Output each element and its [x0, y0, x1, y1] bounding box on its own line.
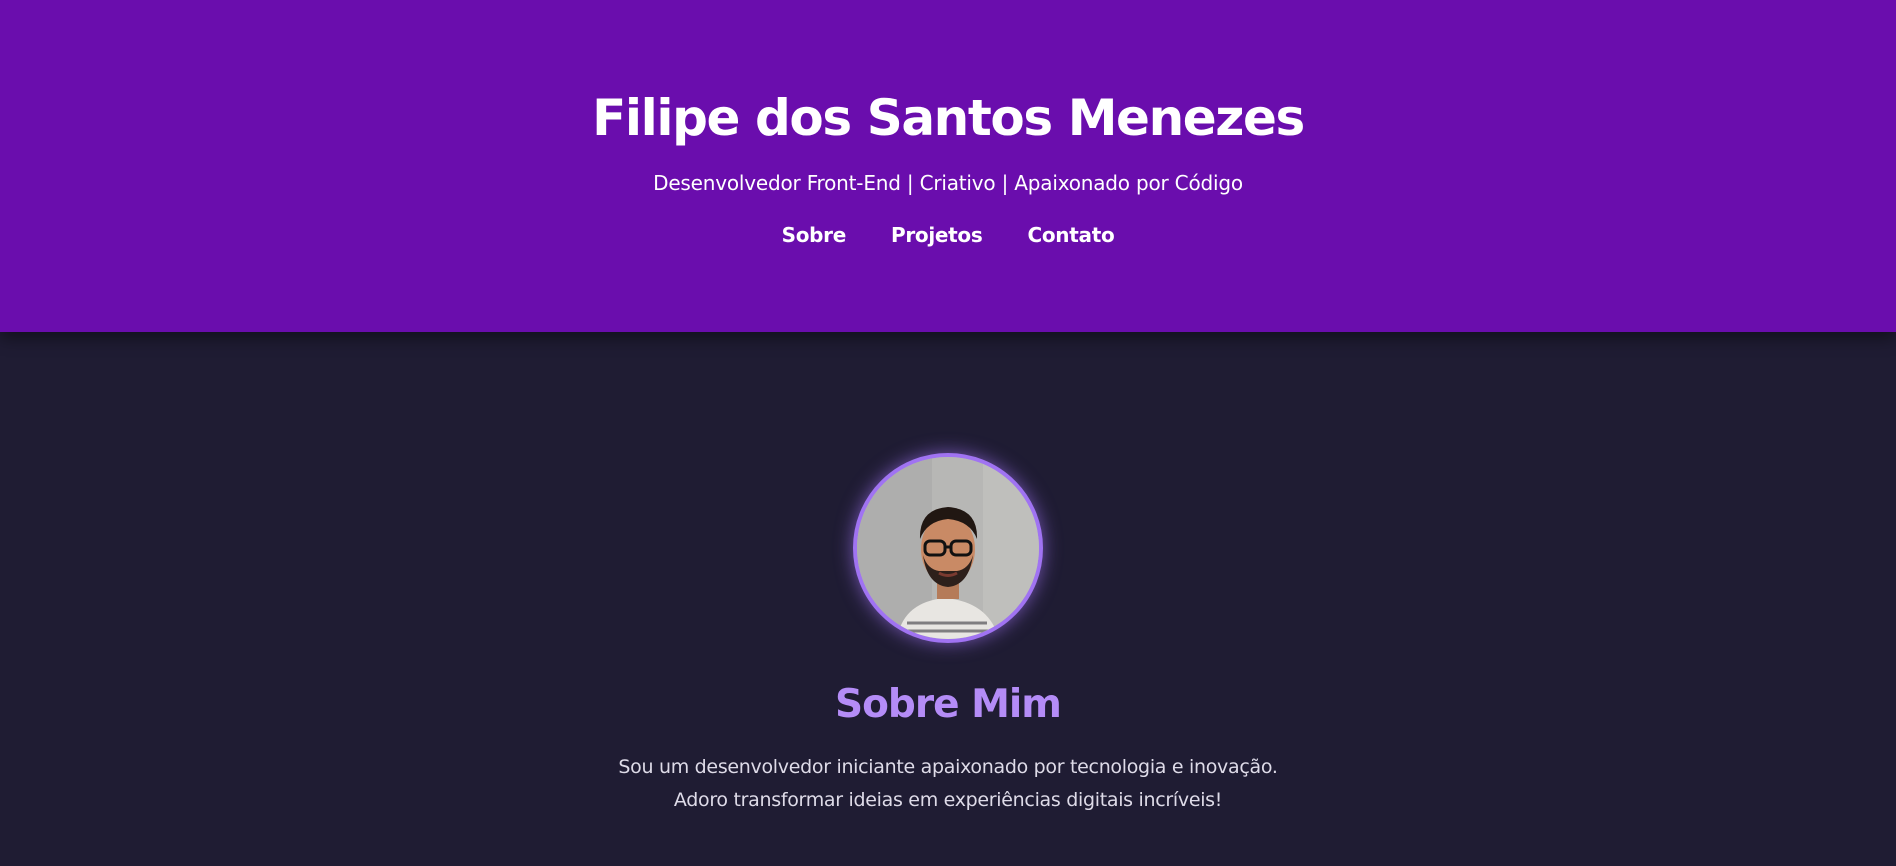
site-tagline: Desenvolvedor Front-End | Criativo | Apa…: [653, 171, 1243, 195]
profile-avatar: [853, 453, 1043, 643]
about-text-line: Sou um desenvolvedor iniciante apaixonad…: [618, 756, 1278, 778]
profile-photo: [857, 457, 1039, 639]
nav-link-projetos[interactable]: Projetos: [891, 218, 983, 252]
about-title: Sobre Mim: [835, 682, 1062, 727]
site-title: Filipe dos Santos Menezes: [592, 89, 1305, 147]
about-description: Sou um desenvolvedor iniciante apaixonad…: [498, 751, 1398, 817]
nav-link-sobre[interactable]: Sobre: [782, 218, 847, 252]
nav-link-contato[interactable]: Contato: [1027, 218, 1114, 252]
about-section: Sobre Mim Sou um desenvolvedor iniciante…: [0, 332, 1896, 817]
main-nav: Sobre Projetos Contato: [0, 218, 1896, 252]
about-text-line: Adoro transformar ideias em experiências…: [673, 789, 1223, 811]
page-main: Sobre Mim Sou um desenvolvedor iniciante…: [0, 332, 1896, 817]
site-header: Filipe dos Santos Menezes Desenvolvedor …: [0, 0, 1896, 332]
